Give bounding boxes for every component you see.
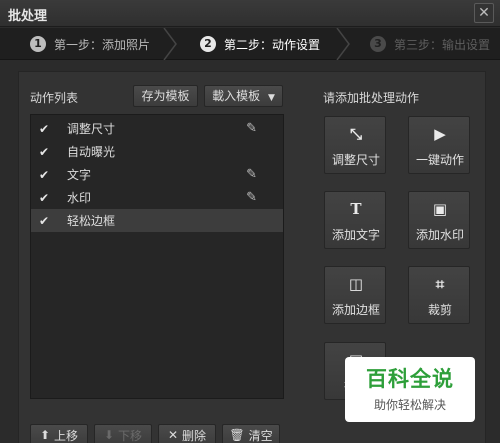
crop-icon: ⌗ — [435, 275, 445, 293]
watermark-icon: ▣ — [432, 200, 448, 218]
tile-label: 调整尺寸 — [331, 153, 380, 167]
trash-icon: 🗑 — [229, 428, 245, 442]
move-down-button[interactable]: ⬇ 下移 — [94, 424, 152, 443]
tile-crop[interactable]: ⌗ 裁剪 — [408, 266, 470, 324]
checkbox-checked-icon[interactable]: ✔ — [39, 122, 59, 136]
edit-pencil-icon[interactable]: ✎ — [246, 121, 257, 136]
delete-button[interactable]: ✕ 删除 — [158, 424, 216, 443]
arrow-down-icon: ⬇ — [103, 428, 115, 442]
checkbox-checked-icon[interactable]: ✔ — [39, 214, 59, 228]
list-item[interactable]: ✔ 调整尺寸 ✎ — [31, 117, 283, 140]
tile-label: 添加水印 — [415, 228, 464, 242]
title-bar: 批处理 ✕ — [0, 0, 500, 27]
list-item[interactable]: ✔ 水印 ✎ — [31, 186, 283, 209]
action-list-label: 动作列表 — [30, 91, 79, 105]
play-icon: ▶ — [434, 125, 446, 143]
clear-label: 清空 — [248, 428, 273, 443]
add-actions-label: 请添加批处理动作 — [323, 91, 420, 105]
step-3-number: 3 — [370, 36, 386, 52]
list-item-label: 文字 — [67, 168, 92, 182]
step-1-label: 第一步：添加照片 — [54, 37, 151, 52]
text-icon: T — [350, 200, 362, 218]
step-2[interactable]: 2 第二步：动作设置 — [200, 28, 320, 60]
load-template-dropdown[interactable]: 載入模板 ▼ — [204, 85, 283, 107]
step-1[interactable]: 1 第一步：添加照片 — [30, 28, 150, 60]
checkbox-checked-icon[interactable]: ✔ — [39, 145, 59, 159]
list-item-label: 水印 — [67, 191, 92, 205]
list-item-selected[interactable]: ✔ 轻松边框 — [31, 209, 283, 232]
chevron-down-icon: ▼ — [267, 93, 275, 103]
edit-pencil-icon[interactable]: ✎ — [246, 190, 257, 205]
checkbox-checked-icon[interactable]: ✔ — [39, 168, 59, 182]
list-item-label: 调整尺寸 — [67, 122, 116, 136]
move-up-button[interactable]: ⬆ 上移 — [30, 424, 88, 443]
tile-add-watermark[interactable]: ▣ 添加水印 — [408, 191, 470, 249]
save-template-button[interactable]: 存为模板 — [133, 85, 198, 107]
step-2-number: 2 — [200, 36, 216, 52]
step-1-number: 1 — [30, 36, 46, 52]
tile-label: 添加边框 — [331, 303, 380, 317]
list-item-label: 自动曝光 — [67, 145, 116, 159]
action-list[interactable]: ✔ 调整尺寸 ✎ ✔ 自动曝光 ✔ 文字 ✎ ✔ 水印 ✎ ✔ 轻松边框 — [30, 114, 284, 399]
list-item[interactable]: ✔ 自动曝光 — [31, 140, 283, 163]
watermark-title: 百科全说 — [366, 367, 454, 391]
close-icon: ✕ — [478, 5, 490, 21]
tile-resize[interactable]: ⤡ 调整尺寸 — [324, 116, 386, 174]
step-3[interactable]: 3 第三步：输出设置 — [370, 28, 490, 60]
list-item[interactable]: ✔ 文字 ✎ — [31, 163, 283, 186]
steps-bar: 1 第一步：添加照片 2 第二步：动作设置 3 第三步：输出设置 — [0, 27, 500, 61]
step-separator-icon — [160, 27, 180, 61]
tile-add-border[interactable]: ◫ 添加边框 — [324, 266, 386, 324]
delete-label: 删除 — [182, 428, 207, 443]
list-item-label: 轻松边框 — [67, 214, 116, 228]
delete-x-icon: ✕ — [167, 428, 179, 442]
move-down-label: 下移 — [118, 428, 143, 443]
step-2-label: 第二步：动作设置 — [224, 37, 321, 52]
tile-label: 一键动作 — [415, 153, 464, 167]
watermark-badge: 百科全说 助你轻松解决 — [345, 357, 475, 422]
watermark-subtitle: 助你轻松解决 — [373, 398, 446, 412]
close-button[interactable]: ✕ — [474, 3, 494, 23]
checkbox-checked-icon[interactable]: ✔ — [39, 191, 59, 205]
tile-label: 添加文字 — [331, 228, 380, 242]
arrow-up-icon: ⬆ — [39, 428, 51, 442]
tile-add-text[interactable]: T 添加文字 — [324, 191, 386, 249]
load-template-label: 載入模板 — [212, 89, 261, 103]
step-separator-icon — [333, 27, 353, 61]
clear-button[interactable]: 🗑 清空 — [222, 424, 280, 443]
tile-label: 裁剪 — [427, 303, 452, 317]
border-icon: ◫ — [348, 275, 364, 293]
resize-icon: ⤡ — [349, 125, 362, 143]
move-up-label: 上移 — [54, 428, 79, 443]
tile-one-click-action[interactable]: ▶ 一键动作 — [408, 116, 470, 174]
edit-pencil-icon[interactable]: ✎ — [246, 167, 257, 182]
window-title: 批处理 — [8, 9, 48, 24]
step-3-label: 第三步：输出设置 — [394, 37, 491, 52]
